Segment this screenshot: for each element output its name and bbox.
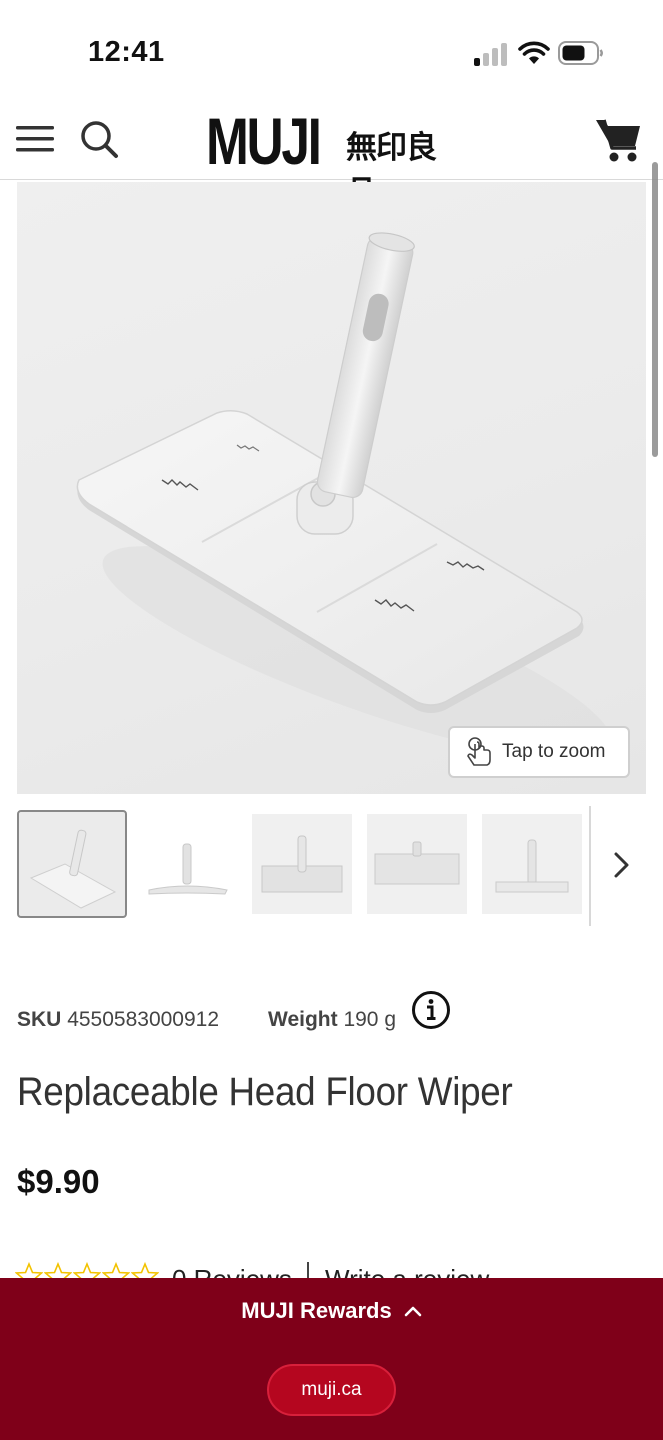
floor-wiper-illustration (76, 232, 612, 758)
sku-label: SKU (17, 1008, 62, 1031)
thumbnail-2[interactable] (137, 814, 237, 914)
thumbnail-5[interactable] (482, 814, 582, 914)
muji-rewards-label: MUJI Rewards (241, 1298, 392, 1323)
site-header: MUJI 無印良品 (0, 100, 663, 211)
chevron-right-icon[interactable] (606, 848, 636, 882)
thumbnail-1[interactable] (17, 810, 127, 918)
tap-to-zoom-label: Tap to zoom (502, 741, 606, 762)
status-time: 12:41 (88, 36, 165, 68)
thumbnail-wiper-side (148, 843, 228, 895)
rewards-bottom-bar: MUJI Rewards muji.ca (0, 1278, 663, 1440)
battery-icon (558, 41, 603, 65)
thumbnail-wiper-top (261, 835, 343, 893)
product-meta: SKU 4550583000912 Weight 190 g (17, 990, 637, 1040)
thumbnail-wiper-angled (29, 829, 117, 909)
logo-wordmark: MUJI (206, 104, 322, 178)
cellular-signal-icon (474, 42, 508, 66)
sku-value: 4550583000912 (67, 1008, 220, 1031)
sku-group: SKU 4550583000912 (17, 1008, 219, 1032)
page-scrollbar[interactable] (652, 162, 658, 457)
muji-rewards-toggle[interactable]: MUJI Rewards (0, 1298, 663, 1324)
muji-logo[interactable]: MUJI 無印良品 (206, 104, 458, 211)
wifi-icon (518, 41, 550, 64)
thumbnail-3[interactable] (252, 814, 352, 914)
thumbnail-divider (589, 806, 591, 926)
menu-icon[interactable] (14, 120, 56, 158)
cart-icon[interactable] (594, 116, 644, 164)
thumbnail-wiper-front (495, 839, 569, 893)
thumbnail-wiper-bottom (374, 841, 460, 885)
product-title: Replaceable Head Floor Wiper (17, 1070, 513, 1114)
info-icon[interactable] (411, 990, 451, 1030)
thumbnail-4[interactable] (367, 814, 467, 914)
status-bar: 12:41 (0, 0, 663, 100)
product-image[interactable]: Tap to zoom (17, 182, 646, 794)
thumbnail-strip (0, 806, 663, 928)
weight-value: 190 g (343, 1008, 397, 1031)
product-price: $9.90 (17, 1163, 100, 1200)
tap-hand-icon (467, 737, 491, 766)
site-url-pill[interactable]: muji.ca (267, 1364, 396, 1416)
weight-group: Weight 190 g (268, 1008, 396, 1032)
search-icon[interactable] (78, 118, 120, 160)
weight-label: Weight (268, 1008, 338, 1031)
chevron-up-icon (404, 1306, 421, 1317)
tap-to-zoom-button[interactable]: Tap to zoom (448, 726, 630, 778)
